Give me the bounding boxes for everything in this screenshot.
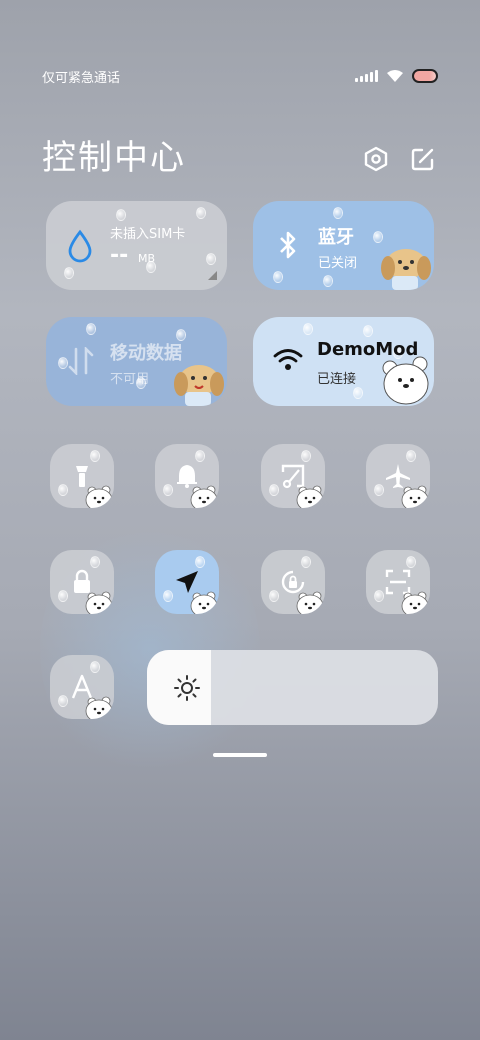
bluetooth-status: 已关闭	[318, 256, 358, 271]
brightness-slider[interactable]	[147, 650, 438, 725]
wifi-tile[interactable]: DemoMod 已连接	[253, 317, 434, 406]
data-usage-unit: MB	[138, 252, 156, 265]
screenshot-toggle[interactable]	[261, 444, 325, 508]
scanner-toggle[interactable]	[366, 550, 430, 614]
drag-handle[interactable]	[213, 753, 267, 757]
silent-toggle[interactable]	[155, 444, 219, 508]
rotation-lock-toggle[interactable]	[261, 550, 325, 614]
water-drop-icon	[68, 229, 92, 263]
bear-sticker-icon	[85, 591, 113, 614]
signal-icon	[355, 70, 378, 82]
wifi-status: 已连接	[317, 372, 357, 387]
bear-sticker-icon	[401, 591, 429, 614]
edit-icon[interactable]	[410, 146, 436, 172]
flashlight-toggle[interactable]	[50, 444, 114, 508]
bear-sticker-icon	[190, 485, 218, 508]
settings-icon[interactable]	[363, 146, 389, 172]
brightness-icon	[174, 675, 200, 701]
bluetooth-icon	[280, 231, 296, 259]
bear-sticker-icon	[85, 485, 113, 508]
bear-sticker-icon	[296, 591, 324, 614]
dog-sticker-icon	[174, 365, 224, 406]
bear-sticker-icon	[296, 485, 324, 508]
font-size-toggle[interactable]	[50, 655, 114, 719]
location-toggle[interactable]	[155, 550, 219, 614]
carrier-text: 仅可紧急通话	[42, 70, 121, 86]
wifi-status-icon	[387, 70, 403, 82]
mobile-data-status: 不可用	[110, 372, 150, 387]
bear-sticker-icon	[401, 485, 429, 508]
bear-sticker-icon	[382, 356, 429, 405]
data-usage-tile[interactable]: 未插入SIM卡 -- MB	[46, 201, 227, 290]
battery-icon	[412, 69, 438, 83]
page-title: 控制中心	[42, 138, 186, 178]
data-usage-value: --	[110, 243, 129, 268]
lock-screen-toggle[interactable]	[50, 550, 114, 614]
status-bar: 仅可紧急通话	[42, 66, 438, 86]
expand-corner-icon[interactable]	[208, 271, 217, 280]
sim-status-text: 未插入SIM卡	[110, 227, 186, 242]
airplane-toggle[interactable]	[366, 444, 430, 508]
dog-sticker-icon	[381, 249, 431, 290]
bluetooth-tile[interactable]: 蓝牙 已关闭	[253, 201, 434, 290]
wifi-icon	[273, 349, 303, 370]
bear-sticker-icon	[190, 591, 218, 614]
bear-sticker-icon	[85, 696, 113, 719]
bluetooth-label: 蓝牙	[318, 227, 354, 248]
mobile-data-icon	[68, 347, 94, 375]
mobile-data-tile[interactable]: 移动数据 不可用	[46, 317, 227, 406]
